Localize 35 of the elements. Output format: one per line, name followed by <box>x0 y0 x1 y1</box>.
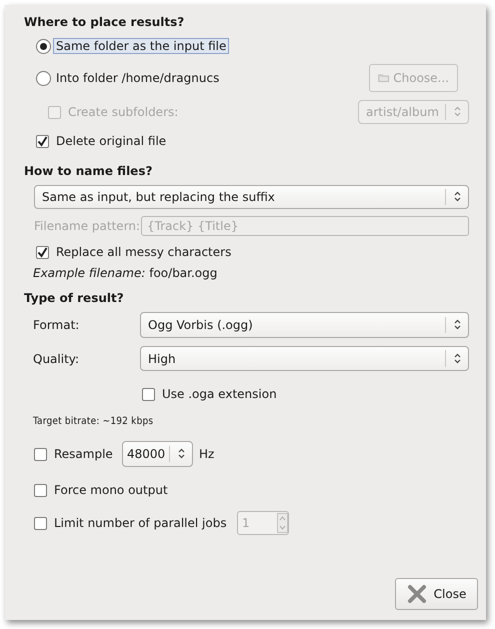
section-heading: Type of result? <box>24 291 124 307</box>
checkbox-label[interactable]: Force mono output <box>54 483 168 497</box>
checkbox[interactable] <box>142 388 155 400</box>
checkbox[interactable] <box>34 448 47 460</box>
spinner-arrows-icon <box>454 191 460 202</box>
spinner-arrows-icon <box>454 353 460 364</box>
radio-label[interactable]: Same folder as the input file <box>54 39 228 53</box>
pattern-label: Filename pattern: <box>34 219 141 233</box>
checkbox-label[interactable]: Resample <box>54 447 122 461</box>
stepper-arrows-icon <box>277 513 288 533</box>
spinner-arrows-icon <box>454 106 460 118</box>
close-button[interactable]: Close <box>395 578 478 610</box>
radio-button[interactable] <box>36 38 51 54</box>
unit-label: Hz <box>199 447 214 461</box>
section-heading: Where to place results? <box>24 15 184 31</box>
radio-label[interactable]: Into folder /home/dragnucs <box>56 71 220 85</box>
section-heading: How to name files? <box>24 164 152 180</box>
checkbox-label[interactable]: Use .oga extension <box>162 387 277 401</box>
close-icon <box>406 584 427 604</box>
checkbox[interactable] <box>36 134 49 148</box>
target-bitrate: Target bitrate: ~192 kbps <box>33 416 154 426</box>
quality-combo[interactable]: High <box>140 346 469 371</box>
quality-label: Quality: <box>33 352 80 366</box>
checkbox[interactable] <box>34 484 47 496</box>
checkbox-label[interactable]: Replace all messy characters <box>56 245 232 259</box>
samplerate-spinbox[interactable]: 48000 <box>122 441 193 467</box>
radio-button[interactable] <box>36 70 51 86</box>
example-filename: Example filename: foo/bar.ogg <box>33 266 218 280</box>
format-combo[interactable]: Ogg Vorbis (.ogg) <box>140 312 469 338</box>
spinner-arrows-icon <box>178 448 184 460</box>
checkbox-label[interactable]: Delete original file <box>56 134 166 148</box>
naming-combo[interactable]: Same as input, but replacing the suffix <box>34 185 469 209</box>
format-label: Format: <box>33 318 80 332</box>
spinner-arrows-icon <box>454 319 460 330</box>
checkbox[interactable] <box>36 246 49 258</box>
